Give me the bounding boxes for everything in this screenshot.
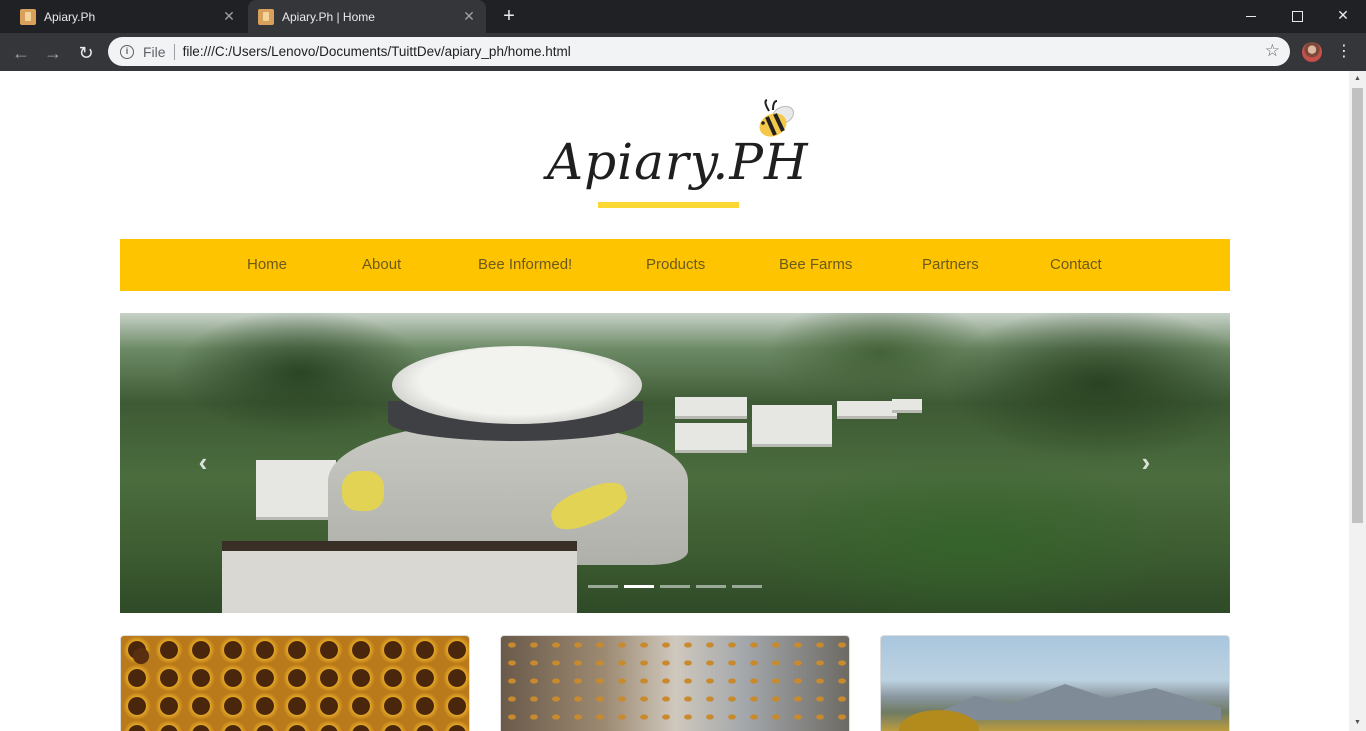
nav-about[interactable]: About [362,239,401,291]
favicon-icon [20,8,36,25]
carousel-next-icon[interactable]: › [1135,449,1157,475]
carousel-indicator[interactable] [624,585,654,588]
card-bees-over-mountains[interactable] [880,635,1230,731]
page-scrollbar[interactable]: ▲ ▼ [1349,71,1366,731]
glove [342,471,384,511]
card-honeycomb[interactable] [120,635,470,731]
page-viewport: Apiary.PH Home About Bee Informed! Produ… [0,71,1349,731]
hive-box [837,401,897,419]
back-arrow-icon[interactable]: ← [8,40,34,66]
carousel-prev-icon[interactable]: ‹ [192,449,214,475]
nav-home[interactable]: Home [247,239,287,291]
address-separator [173,43,175,60]
beekeeper-hat [392,346,642,424]
nav-partners[interactable]: Partners [922,239,979,291]
carousel-indicators [588,585,768,588]
browser-tab-home[interactable]: Apiary.Ph | Home ✕ [248,0,486,33]
forward-arrow-icon[interactable]: → [40,40,66,66]
carousel-indicator[interactable] [732,585,762,588]
carousel-indicator[interactable] [696,585,726,588]
mountain-shape [921,684,1221,720]
tab-close-icon[interactable]: ✕ [222,9,236,23]
browser-menu-icon[interactable]: ⋮ [1336,41,1352,63]
nav-bee-informed[interactable]: Bee Informed! [478,239,572,291]
carousel-indicator[interactable] [660,585,690,588]
main-navbar: Home About Bee Informed! Products Bee Fa… [120,239,1230,291]
nav-products[interactable]: Products [646,239,705,291]
open-hive-box [222,541,577,613]
scroll-up-icon[interactable]: ▲ [1349,71,1366,87]
url-text[interactable]: file:///C:/Users/Lenovo/Documents/TuittD… [183,44,571,59]
nav-contact[interactable]: Contact [1050,239,1102,291]
profile-avatar[interactable] [1302,42,1322,62]
scrollbar-thumb[interactable] [1352,88,1363,523]
close-window-button[interactable]: ✕ [1320,0,1366,30]
site-logo[interactable]: Apiary.PH [547,99,808,211]
tab-title: Apiary.Ph | Home [282,9,375,24]
minimize-button[interactable] [1228,0,1274,30]
address-bar[interactable]: i File file:///C:/Users/Lenovo/Documents… [108,37,1290,66]
browser-tab-apiary[interactable]: Apiary.Ph ✕ [8,0,246,33]
maximize-button[interactable] [1274,0,1320,30]
hive-box [752,405,832,447]
hive-box [256,460,336,520]
hero-carousel: ‹ › [120,313,1230,613]
tab-title: Apiary.Ph [44,9,96,24]
hive-box [892,399,922,413]
hive-box [675,397,747,419]
bookmark-star-icon[interactable]: ☆ [1265,41,1280,61]
card-bees-on-hives[interactable] [500,635,850,731]
browser-toolbar: ← → ↻ i File file:///C:/Users/Lenovo/Doc… [0,33,1366,71]
hive-box [675,423,747,453]
scroll-down-icon[interactable]: ▼ [1349,715,1366,731]
favicon-icon [258,8,274,25]
new-tab-button[interactable]: + [498,5,520,27]
carousel-indicator[interactable] [588,585,618,588]
logo-underline [598,202,739,208]
site-info-icon[interactable]: i [120,44,134,59]
browser-tab-strip: Apiary.Ph ✕ Apiary.Ph | Home ✕ + ✕ [0,0,1366,33]
scheme-label: File [143,43,166,60]
reload-icon[interactable]: ↻ [73,40,99,66]
nav-bee-farms[interactable]: Bee Farms [779,239,852,291]
logo-wordmark: Apiary.PH [547,133,809,191]
tab-close-icon[interactable]: ✕ [462,9,476,23]
